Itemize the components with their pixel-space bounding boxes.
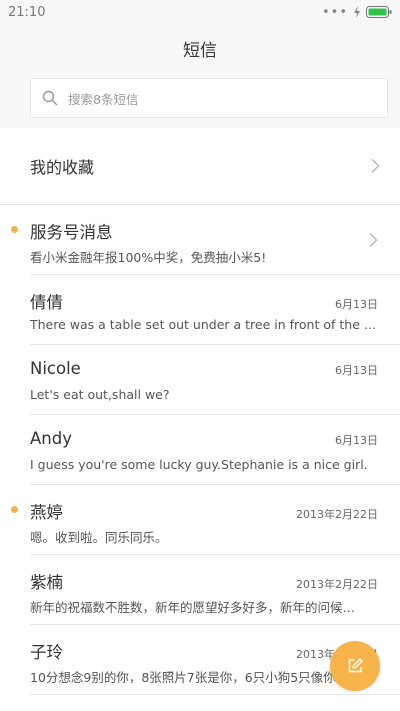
message-sender: Nicole [30,359,81,378]
message-sender: 燕婷 [30,503,63,522]
message-row[interactable]: 紫楠 2013年2月22日 新年的祝福数不胜数，新年的愿望好多好多，新年的问候… [0,555,400,625]
message-row[interactable]: 倩倩 6月13日 There was a table set out under… [0,275,400,345]
unread-dot [11,506,18,513]
message-sender: Andy [30,429,72,448]
battery-icon [366,6,392,18]
message-preview: I guess you're some lucky guy.Stephanie … [30,457,368,472]
message-preview: 看小米金融年报100%中奖，免费抽小米5! [30,250,267,265]
favorites-row[interactable]: 我的收藏 [0,128,400,205]
search-icon [42,90,58,106]
app-header: 短信 [0,24,400,72]
message-sender: 服务号消息 [30,223,113,242]
compose-icon [348,658,363,673]
message-preview: There was a table set out under a tree i… [30,317,378,332]
search-input[interactable]: 搜索8条短信 [30,78,388,118]
favorites-label: 我的收藏 [30,158,95,177]
message-row[interactable]: 燕婷 2013年2月22日 嗯。收到啦。同乐同乐。 [0,485,400,555]
status-icons: ••• [322,6,392,19]
unread-dot [11,226,18,233]
message-date: 2013年2月22日 [296,578,378,591]
message-sender: 子玲 [30,643,63,662]
message-date: 2013年2月22日 [296,508,378,521]
charging-bolt-icon [354,6,360,18]
page-title: 短信 [183,40,217,61]
message-row[interactable]: Andy 6月13日 I guess you're some lucky guy… [0,415,400,485]
message-row[interactable]: Nicole 6月13日 Let's eat out,shall we? [0,345,400,415]
message-sender: 倩倩 [30,293,63,312]
message-list: 服务号消息 看小米金融年报100%中奖，免费抽小米5! 倩倩 6月13日 The… [0,205,400,695]
message-preview: 新年的祝福数不胜数，新年的愿望好多好多，新年的问候… [30,600,356,615]
search-area: 搜索8条短信 [0,72,400,128]
message-date: 6月13日 [335,364,378,377]
compose-button[interactable] [330,641,380,691]
message-sender: 紫楠 [30,573,63,592]
message-row-service[interactable]: 服务号消息 看小米金融年报100%中奖，免费抽小米5! [0,205,400,275]
signal-dots-icon: ••• [321,4,348,20]
message-preview: Let's eat out,shall we? [30,387,170,402]
message-preview: 嗯。收到啦。同乐同乐。 [30,530,168,545]
chevron-right-icon [369,233,378,247]
message-preview: 10分想念9别的你，8张照片7张是你，6只小狗5只像你 [30,670,336,685]
chevron-right-icon [371,159,380,173]
status-time: 21:10 [8,4,46,20]
message-date: 6月13日 [335,434,378,447]
message-date: 6月13日 [335,298,378,311]
search-placeholder: 搜索8条短信 [68,91,139,107]
status-bar: 21:10 ••• [0,0,400,24]
